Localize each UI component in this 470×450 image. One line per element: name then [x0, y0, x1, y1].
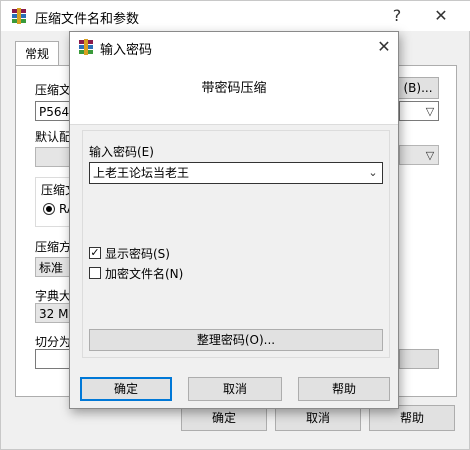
- dialog-heading: 带密码压缩: [201, 81, 267, 96]
- help-icon[interactable]: ?: [381, 2, 413, 30]
- method-label: 压缩方: [35, 240, 72, 254]
- chevron-down-icon[interactable]: ⌄: [365, 163, 381, 183]
- password-combo[interactable]: 上老王论坛当老王 ⌄: [89, 162, 383, 184]
- close-icon[interactable]: ✕: [425, 2, 457, 30]
- browse-button[interactable]: (B)...: [397, 77, 439, 99]
- cancel-button[interactable]: 取消: [188, 377, 282, 401]
- close-icon[interactable]: ✕: [368, 33, 400, 61]
- window-titlebar: 压缩文件名和参数 ? ✕: [1, 1, 470, 31]
- ok-button[interactable]: 确定: [80, 377, 172, 401]
- chevron-down-icon: ▽: [425, 149, 435, 162]
- dialog-header: 带密码压缩: [70, 62, 398, 125]
- password-label: 输入密码(E): [89, 145, 154, 159]
- help-button[interactable]: 帮助: [298, 377, 390, 401]
- organize-passwords-button[interactable]: 整理密码(O)...: [89, 329, 383, 351]
- dictionary-label: 字典大: [35, 289, 72, 303]
- update-mode-combo[interactable]: ▽: [399, 145, 439, 165]
- show-password-checkbox[interactable]: ✓: [89, 247, 101, 259]
- chevron-down-icon: ▽: [425, 105, 435, 118]
- dialog-title: 输入密码: [100, 43, 153, 58]
- archive-name-label: 压缩文: [35, 83, 72, 97]
- winrar-app-icon: [12, 8, 26, 24]
- enter-password-dialog: 输入密码 ✕ 带密码压缩 输入密码(E) 上老王论坛当老王 ⌄ ✓ 显示密码(S…: [69, 31, 399, 409]
- default-profile-label: 默认配: [35, 130, 72, 144]
- password-value: 上老王论坛当老王: [93, 166, 190, 180]
- encrypt-filenames-label: 加密文件名(N): [105, 267, 184, 281]
- rar-radio[interactable]: [43, 203, 55, 215]
- encrypt-filenames-checkbox[interactable]: [89, 267, 101, 279]
- split-label: 切分为: [35, 335, 72, 349]
- set-password-button[interactable]: [399, 349, 439, 369]
- radio-dot: [46, 206, 52, 212]
- tab-general[interactable]: 常规: [15, 41, 59, 66]
- archive-name-combo[interactable]: ▽: [399, 101, 439, 121]
- window-title: 压缩文件名和参数: [35, 12, 140, 27]
- winrar-app-icon: [79, 39, 93, 55]
- show-password-label: 显示密码(S): [105, 247, 170, 261]
- dialog-titlebar: 输入密码 ✕: [70, 32, 398, 62]
